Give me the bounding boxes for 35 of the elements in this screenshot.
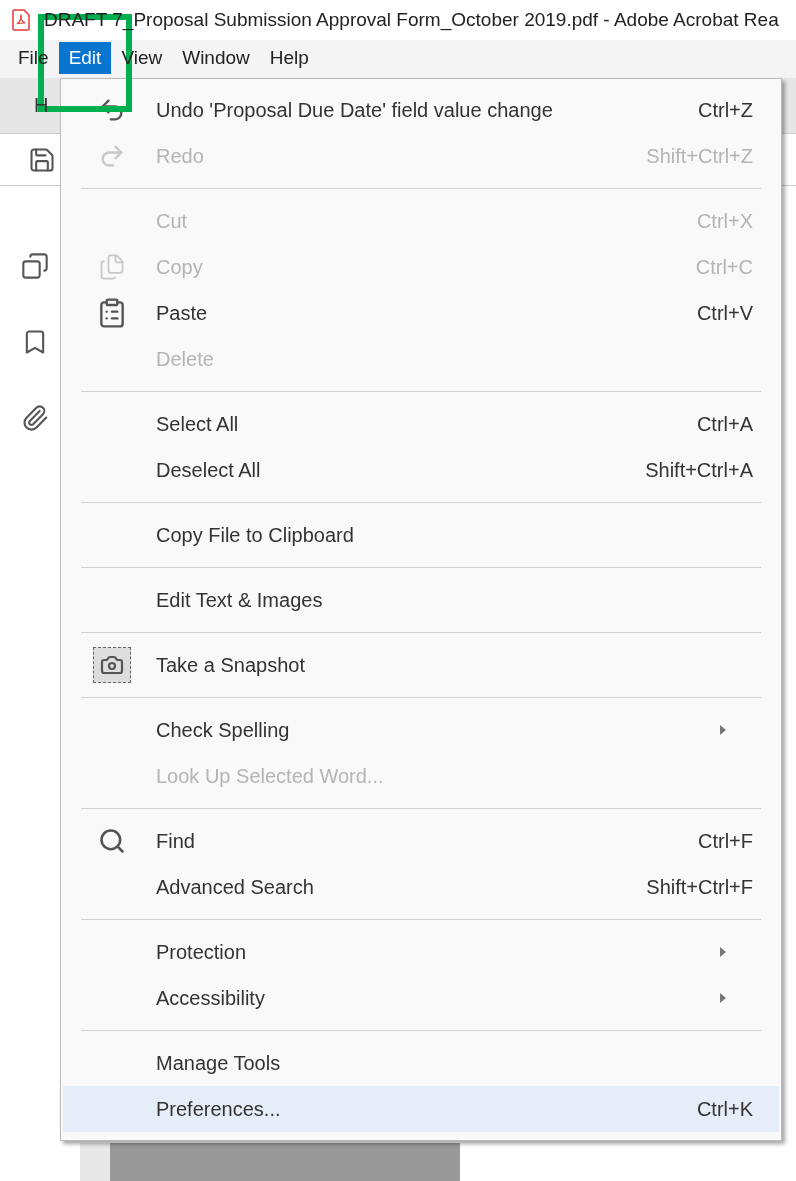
- shortcut-text: Ctrl+V: [696, 301, 753, 326]
- shortcut-text: Shift+Ctrl+Z: [646, 144, 753, 169]
- menu-item[interactable]: Accessibility: [63, 975, 779, 1021]
- shortcut-text: Ctrl+A: [696, 412, 753, 437]
- page-gutter: [80, 1143, 110, 1181]
- shortcut-text: Shift+Ctrl+A: [645, 458, 753, 483]
- menu-item[interactable]: Advanced Search Shift+Ctrl+F: [63, 864, 779, 910]
- menu-item[interactable]: Protection: [63, 929, 779, 975]
- menu-item[interactable]: Find Ctrl+F: [63, 818, 779, 864]
- camera-icon: [93, 647, 131, 683]
- menu-bar-item[interactable]: Help: [259, 42, 319, 74]
- shortcut-text: Ctrl+C: [695, 255, 753, 280]
- menu-bar-item[interactable]: Window: [172, 42, 260, 74]
- copy-icon: [98, 253, 126, 281]
- shortcut-text: Ctrl+K: [696, 1097, 753, 1122]
- menu-item[interactable]: Select All Ctrl+A: [63, 401, 779, 447]
- search-icon: [98, 827, 126, 855]
- menu-item[interactable]: Undo 'Proposal Due Date' field value change Ctrl+Z: [63, 87, 779, 133]
- menu-item[interactable]: Manage Tools: [63, 1040, 779, 1086]
- menu-item[interactable]: Deselect All Shift+Ctrl+A: [63, 447, 779, 493]
- menu-item[interactable]: Check Spelling: [63, 707, 779, 753]
- menu-item[interactable]: Edit Text & Images: [63, 577, 779, 623]
- menu-item[interactable]: Copy File to Clipboard: [63, 512, 779, 558]
- pdf-file-icon: [12, 9, 30, 31]
- menu-bar-item[interactable]: Edit: [58, 42, 112, 74]
- shortcut-text: Ctrl+Z: [698, 98, 753, 123]
- menu-item[interactable]: Paste Ctrl+V: [63, 290, 779, 336]
- menu-item[interactable]: Preferences... Ctrl+K: [63, 1086, 779, 1132]
- save-icon[interactable]: [28, 145, 56, 174]
- shortcut-text: Ctrl+X: [696, 209, 753, 234]
- pages-icon[interactable]: [21, 252, 49, 280]
- shortcut-text: Ctrl+F: [698, 829, 753, 854]
- shortcut-text: Shift+Ctrl+F: [646, 875, 753, 900]
- menu-item[interactable]: Take a Snapshot: [63, 642, 779, 688]
- paperclip-icon[interactable]: [21, 404, 49, 432]
